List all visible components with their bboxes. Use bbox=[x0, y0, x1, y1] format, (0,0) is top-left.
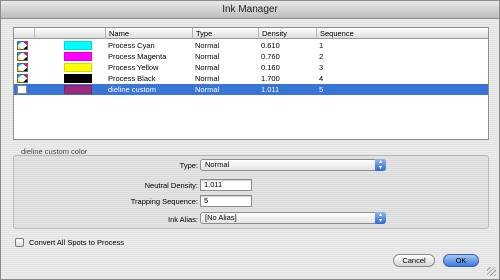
header-type[interactable]: Type bbox=[192, 28, 258, 39]
ink-name: Process Cyan bbox=[108, 41, 155, 50]
header-sequence[interactable]: Sequence bbox=[316, 28, 488, 39]
table-row[interactable]: Process Black Normal 1.700 4 bbox=[14, 73, 488, 84]
convert-all-spots-label[interactable]: Convert All Spots to Process bbox=[29, 238, 124, 247]
process-ink-icon[interactable] bbox=[17, 74, 28, 83]
ink-name: Process Black bbox=[108, 74, 156, 83]
ink-type: Normal bbox=[195, 41, 220, 50]
table-header: Name Type Density Sequence bbox=[14, 28, 488, 39]
header-swatch-column bbox=[34, 28, 105, 39]
neutral-density-label: Neutral Density: bbox=[144, 181, 198, 190]
ink-density: 0.760 bbox=[261, 52, 280, 61]
type-select-value: Normal bbox=[205, 160, 230, 169]
ink-density: 1.011 bbox=[261, 85, 280, 94]
table-row[interactable]: dieline custom Normal 1.011 5 bbox=[14, 84, 488, 95]
ink-sequence: 3 bbox=[319, 63, 324, 72]
ink-name: Process Yellow bbox=[108, 63, 159, 72]
ok-button[interactable]: OK bbox=[443, 254, 479, 267]
table-row[interactable]: Process Yellow Normal 0.160 3 bbox=[14, 62, 488, 73]
ink-manager-window: Ink Manager Name Type Density Sequence P… bbox=[0, 0, 500, 280]
ink-color-swatch bbox=[64, 85, 92, 94]
ink-sequence: 1 bbox=[319, 41, 324, 50]
ink-color-swatch bbox=[64, 63, 92, 72]
ink-list-table[interactable]: Name Type Density Sequence Process Cyan N… bbox=[13, 27, 489, 140]
ink-color-swatch bbox=[64, 74, 92, 83]
ink-sequence: 5 bbox=[319, 85, 324, 94]
ink-color-swatch bbox=[64, 52, 92, 61]
header-density[interactable]: Density bbox=[258, 28, 316, 39]
ink-sequence: 4 bbox=[319, 74, 324, 83]
ink-name: Process Magenta bbox=[108, 52, 167, 61]
ink-color-swatch bbox=[64, 41, 92, 50]
ink-details-group: Type: Normal ▴ ▾ Neutral Density: 1.011 T… bbox=[13, 155, 489, 229]
ink-alias-select[interactable]: [No Alias] ▴ ▾ bbox=[200, 212, 386, 224]
type-select[interactable]: Normal ▴ ▾ bbox=[200, 159, 386, 171]
process-ink-icon[interactable] bbox=[17, 52, 28, 61]
header-icon-column bbox=[14, 28, 34, 39]
resize-grip-icon[interactable] bbox=[487, 267, 496, 276]
ink-density: 0.610 bbox=[261, 41, 280, 50]
ink-sequence: 2 bbox=[319, 52, 324, 61]
ink-alias-select-value: [No Alias] bbox=[205, 213, 237, 222]
table-row[interactable]: Process Magenta Normal 0.760 2 bbox=[14, 51, 488, 62]
select-arrows-icon: ▴ ▾ bbox=[375, 212, 386, 224]
ink-type: Normal bbox=[195, 74, 220, 83]
header-name[interactable]: Name bbox=[105, 28, 192, 39]
ink-type: Normal bbox=[195, 52, 220, 61]
trapping-sequence-field[interactable]: 5 bbox=[200, 195, 252, 207]
cancel-button[interactable]: Cancel bbox=[393, 254, 435, 267]
window-title: Ink Manager bbox=[1, 1, 499, 19]
ink-density: 0.160 bbox=[261, 63, 280, 72]
type-label: Type: bbox=[179, 161, 198, 170]
convert-all-spots-checkbox[interactable] bbox=[15, 238, 24, 247]
process-ink-icon[interactable] bbox=[17, 41, 28, 50]
table-row[interactable]: Process Cyan Normal 0.610 1 bbox=[14, 40, 488, 51]
ink-type: Normal bbox=[195, 63, 220, 72]
spot-ink-icon[interactable] bbox=[17, 85, 27, 94]
select-arrows-icon: ▴ ▾ bbox=[375, 159, 386, 171]
trapping-sequence-label: Trapping Sequence: bbox=[130, 197, 198, 206]
ink-alias-label: Ink Alias: bbox=[167, 215, 198, 224]
neutral-density-field[interactable]: 1.011 bbox=[200, 179, 252, 191]
process-ink-icon[interactable] bbox=[17, 63, 28, 72]
ink-density: 1.700 bbox=[261, 74, 280, 83]
ink-name: dieline custom bbox=[108, 85, 156, 94]
ink-type: Normal bbox=[195, 85, 220, 94]
